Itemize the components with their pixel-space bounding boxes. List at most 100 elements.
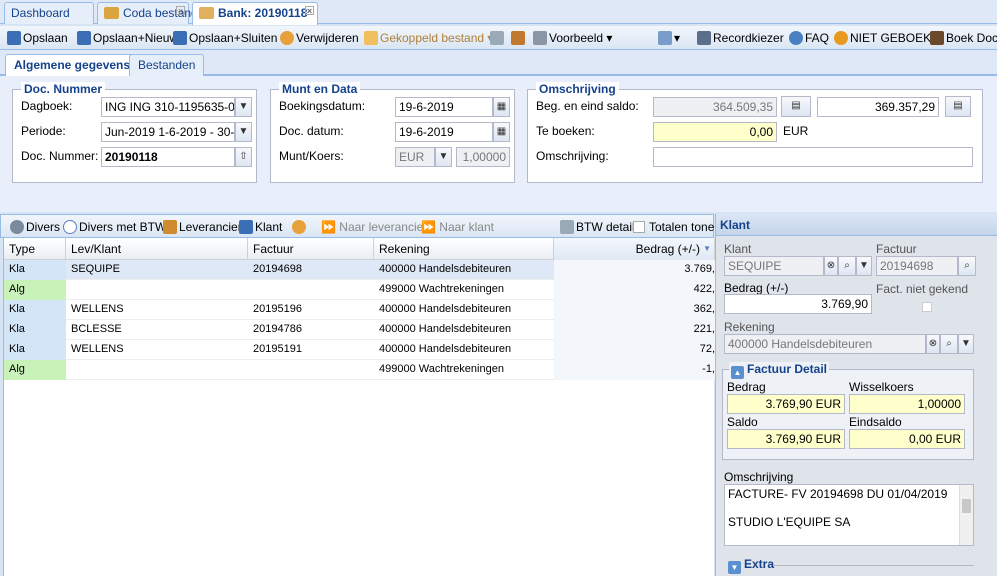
column-lev-klant[interactable]: Lev/Klant [66, 238, 248, 260]
fd-wisselkoers-field[interactable]: 1,00000 [849, 394, 965, 414]
close-icon[interactable]: × [305, 6, 314, 16]
type-cell: Kla [4, 300, 66, 320]
type-cell: Alg [4, 360, 66, 380]
chevron-down-icon[interactable]: ▼ [856, 256, 872, 276]
rekening-cell: 499000 Wachtrekeningen [379, 283, 504, 295]
recordkiezer-button[interactable]: Recordkiezer [697, 30, 784, 46]
clear-icon[interactable]: ⊗ [824, 256, 838, 276]
rekening-field[interactable]: 400000 Handelsdebiteuren [724, 334, 926, 354]
close-icon[interactable]: × [176, 6, 185, 16]
booking-lines-grid: Type Lev/Klant Factuur Rekening Bedrag (… [3, 238, 715, 576]
book-document-button[interactable]: Boek Docu [930, 30, 997, 46]
fd-eindsaldo-field[interactable]: 0,00 EUR [849, 429, 965, 449]
add-icon [63, 220, 77, 234]
klant-button[interactable]: Klant [239, 219, 282, 235]
currency-field[interactable]: EUR [395, 147, 435, 167]
scrollbar[interactable] [959, 485, 973, 545]
tab-dashboard[interactable]: Dashboard [4, 2, 94, 24]
bedrag-field[interactable]: 3.769,90 [724, 294, 872, 314]
tab-bank[interactable]: Bank: 20190118 × [192, 2, 318, 25]
tab-coda-bestanden[interactable]: Coda bestanden × [97, 2, 211, 24]
chevron-down-icon[interactable]: ▼ [235, 97, 252, 117]
search-icon[interactable]: ⌕ [940, 334, 958, 354]
dagboek-field[interactable]: ING ING 310-1195635-02 [101, 97, 235, 117]
periode-field[interactable]: Jun-2019 1-6-2019 - 30-6-2019 [101, 122, 235, 142]
table-row[interactable]: Alg 499000 Wachtrekeningen -1, [4, 360, 715, 380]
lookup-icon[interactable]: ⇧ [235, 147, 252, 167]
column-rekening[interactable]: Rekening [374, 238, 554, 260]
leverancier-button[interactable]: Leverancier [163, 219, 242, 235]
calendar-icon[interactable]: ▦ [493, 122, 510, 142]
briefcase-icon [511, 31, 525, 45]
sort-icon: ▼ [703, 244, 711, 253]
lev-cell [66, 360, 248, 380]
column-factuur[interactable]: Factuur [248, 238, 374, 260]
te-boeken-field[interactable]: 0,00 [653, 122, 777, 142]
table-row[interactable]: Alg 499000 Wachtrekeningen 422, [4, 280, 715, 300]
table-row[interactable]: Kla WELLENS 20195191 400000 Handelsdebiteur… [4, 340, 715, 360]
naar-klant-button[interactable]: ⏩ Naar klant [421, 219, 494, 235]
clear-icon[interactable]: ⊗ [926, 334, 940, 354]
preview-button[interactable]: Voorbeeld ▾ [533, 30, 612, 46]
remove-button[interactable] [292, 219, 308, 235]
rate-field[interactable]: 1,00000 [456, 147, 510, 167]
check-button[interactable] [490, 30, 506, 46]
divers-button[interactable]: Divers [10, 219, 60, 235]
lev-cell: BCLESSE [71, 323, 122, 335]
save-close-button[interactable]: Opslaan+Sluiten [173, 30, 277, 46]
omschrijving-field[interactable] [653, 147, 973, 167]
divers-btw-button[interactable]: Divers met BTW [63, 219, 166, 235]
linked-file-button[interactable]: Gekoppeld bestand ▾ [364, 30, 493, 46]
column-type[interactable]: Type [4, 238, 66, 260]
doc-nummer-field[interactable]: 20190118 [101, 147, 235, 167]
column-bedrag[interactable]: Bedrag (+/-) ▼ [554, 238, 715, 260]
factuur-detail-legend[interactable]: ▲ Factuur Detail [729, 362, 830, 379]
fact-niet-gekend-checkbox[interactable] [922, 302, 932, 312]
fd-saldo-field[interactable]: 3.769,90 EUR [727, 429, 845, 449]
grid-header: Type Lev/Klant Factuur Rekening Bedrag (… [4, 238, 715, 260]
scrollbar-thumb[interactable] [962, 499, 971, 513]
fd-bedrag-field[interactable]: 3.769,90 EUR [727, 394, 845, 414]
extra-legend[interactable]: ▼ Extra [728, 557, 774, 574]
klant-field[interactable]: SEQUIPE [724, 256, 824, 276]
doc-datum-field[interactable]: 19-6-2019 [395, 122, 493, 142]
eind-saldo-field[interactable]: 369.357,29 [817, 97, 939, 117]
lev-cell: WELLENS [71, 343, 124, 355]
rekening-label: Rekening [724, 320, 775, 334]
calendar-icon[interactable]: ▦ [493, 97, 510, 117]
totalen-checkbox[interactable] [633, 221, 645, 233]
table-row[interactable]: Kla WELLENS 20195196 400000 Handelsdebiteur… [4, 300, 715, 320]
chevron-down-icon[interactable]: ▼ [235, 122, 252, 142]
te-boeken-label: Te boeken: [536, 124, 595, 138]
table-row[interactable]: Kla BCLESSE 20194786 400000 Handelsdebiteur… [4, 320, 715, 340]
view-menu-button[interactable]: ▾ [658, 30, 680, 46]
document-tabbar: Dashboard Coda bestanden × Bank: 20190118… [0, 0, 997, 25]
tab-algemene-gegevens[interactable]: Algemene gegevens [5, 54, 140, 76]
btw-detail-button[interactable]: BTW detail [560, 219, 635, 235]
klant-label: Klant [724, 242, 752, 256]
chevron-down-icon[interactable]: ▼ [435, 147, 452, 167]
calculator-icon[interactable]: ▤ [781, 96, 811, 117]
check-icon [490, 31, 504, 45]
briefcase-button[interactable] [511, 30, 527, 46]
save-new-button[interactable]: Opslaan+Nieuw [77, 30, 178, 46]
faq-button[interactable]: FAQ [789, 30, 829, 46]
boekingsdatum-field[interactable]: 19-6-2019 [395, 97, 493, 117]
calculator-icon[interactable]: ▤ [945, 96, 971, 117]
bank-icon [199, 7, 214, 19]
tab-bestanden[interactable]: Bestanden [129, 54, 205, 76]
bedrag-cell: 72, [554, 340, 715, 360]
search-icon[interactable]: ⌕ [958, 256, 976, 276]
delete-button[interactable]: Verwijderen [280, 30, 359, 46]
save-button[interactable]: Opslaan [7, 30, 68, 46]
munt-data-legend: Munt en Data [279, 82, 361, 96]
naar-leverancier-button[interactable]: ⏩ Naar leverancier [321, 219, 427, 235]
omschrijving-textarea[interactable]: FACTURE- FV 20194698 DU 01/04/2019 STUDI… [724, 484, 974, 546]
begin-saldo-field[interactable]: 364.509,35 [653, 97, 777, 117]
arrow-right-icon: ⏩ [321, 220, 340, 234]
table-row[interactable]: Kla SEQUIPE 20194698 400000 Handelsdebiteur… [4, 260, 715, 280]
not-booked-button[interactable]: NIET GEBOEKT [834, 30, 938, 46]
factuur-field[interactable]: 20194698 [876, 256, 958, 276]
search-icon[interactable]: ⌕ [838, 256, 856, 276]
chevron-down-icon[interactable]: ▼ [958, 334, 974, 354]
